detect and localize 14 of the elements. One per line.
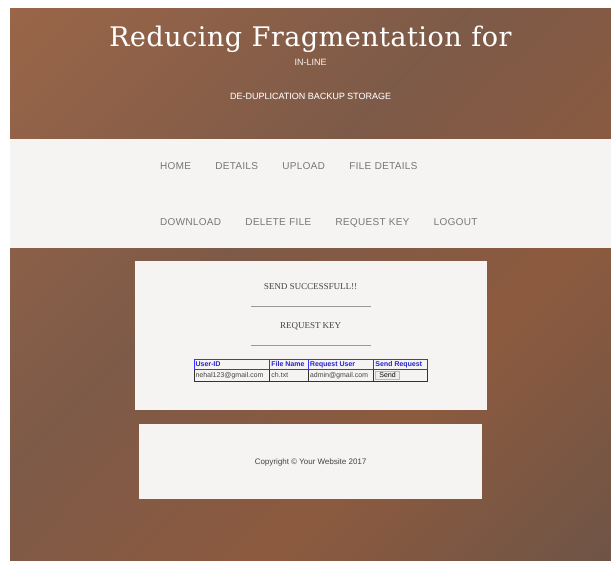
site-tagline: DE-DUPLICATION BACKUP STORAGE [230,91,392,101]
nav-link[interactable]: FILE DETAILS [349,158,418,176]
status-message: SEND SUCCESSFULL!! [264,281,358,291]
nav-link[interactable]: DETAILS [215,158,258,176]
nav-link[interactable]: DELETE FILE [245,214,312,232]
site-subtitle: IN-LINE [294,57,326,67]
nav-link[interactable]: REQUEST KEY [335,214,410,232]
site-title: Reducing Fragmentation for [109,22,512,53]
nav-link[interactable]: HOME [160,158,192,176]
nav-link[interactable]: LOGOUT [434,214,478,232]
copyright-text: Copyright © Your Website 2017 [254,457,366,466]
nav-link[interactable]: UPLOAD [282,158,326,176]
nav-link[interactable]: DOWNLOAD [160,214,222,232]
section-heading: REQUEST KEY [280,320,342,330]
